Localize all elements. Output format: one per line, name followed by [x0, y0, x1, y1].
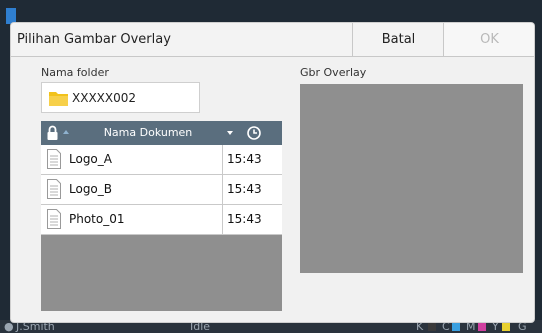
overlay-preview-label: Gbr Overlay: [300, 66, 367, 79]
document-icon: [47, 179, 61, 199]
document-icon: [47, 209, 61, 229]
document-name: Photo_01: [69, 212, 125, 226]
document-name: Logo_A: [69, 152, 112, 166]
ink-m-indicator: [478, 323, 486, 331]
ink-c-indicator: [452, 323, 460, 331]
overlay-image-dialog: Pilihan Gambar Overlay Batal OK Nama fol…: [11, 23, 534, 322]
lock-icon[interactable]: [46, 125, 59, 141]
document-icon: [47, 149, 61, 169]
clock-icon[interactable]: [246, 125, 262, 141]
ink-y-indicator: [502, 323, 510, 331]
column-divider: [222, 175, 223, 204]
document-list[interactable]: Logo_A 15:43 Logo_B 15:43 Photo_01 15:43: [41, 145, 282, 311]
background-app-icon: [6, 8, 16, 24]
overlay-preview-area: [300, 84, 523, 273]
sort-descending-icon[interactable]: [227, 131, 233, 135]
list-item[interactable]: Logo_A 15:43: [41, 145, 282, 175]
sort-ascending-icon: [63, 130, 69, 134]
document-time: 15:43: [227, 212, 262, 226]
ink-k-indicator: [428, 323, 436, 331]
column-divider: [222, 145, 223, 174]
document-name: Logo_B: [69, 182, 113, 196]
document-time: 15:43: [227, 182, 262, 196]
folder-select-button[interactable]: XXXXX002: [41, 82, 200, 113]
folder-icon: [49, 92, 68, 106]
ok-button[interactable]: OK: [443, 23, 534, 56]
folder-name-value: XXXXX002: [72, 91, 137, 105]
folder-name-label: Nama folder: [41, 66, 109, 79]
dialog-header: Pilihan Gambar Overlay Batal OK: [11, 23, 534, 57]
dialog-title: Pilihan Gambar Overlay: [17, 32, 171, 47]
document-list-header: Nama Dokumen: [41, 121, 282, 145]
list-item[interactable]: Photo_01 15:43: [41, 205, 282, 235]
column-document-name[interactable]: Nama Dokumen: [73, 121, 223, 145]
cancel-button[interactable]: Batal: [352, 23, 444, 56]
column-divider: [222, 205, 223, 234]
list-item[interactable]: Logo_B 15:43: [41, 175, 282, 205]
document-time: 15:43: [227, 152, 262, 166]
user-icon: ●: [4, 320, 14, 333]
